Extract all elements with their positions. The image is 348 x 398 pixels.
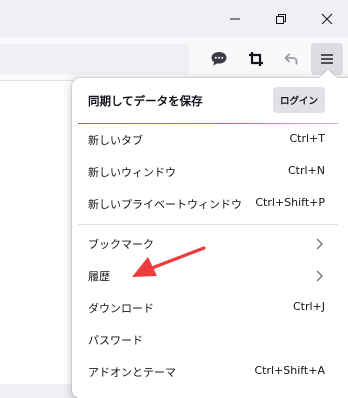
menu-item-label: アドオンとテーマ	[88, 366, 176, 379]
menu-item-history[interactable]: 履歴	[72, 260, 348, 292]
menu-item-downloads[interactable]: ダウンロード Ctrl+J	[72, 292, 348, 324]
menu-item-label: パスワード	[88, 334, 143, 347]
menu-item-shortcut: Ctrl+T	[289, 132, 325, 145]
menu-divider	[78, 224, 338, 225]
menu-item-label: 新しいタブ	[88, 134, 143, 147]
menu-item-label: ダウンロード	[88, 302, 154, 315]
crop-icon	[249, 52, 263, 66]
menu-item-label: 新しいウィンドウ	[88, 166, 176, 179]
menu-item-label: 履歴	[88, 270, 110, 283]
menu-item-shortcut: Ctrl+N	[287, 164, 325, 177]
menu-item-new-private-window[interactable]: 新しいプライベートウィンドウ Ctrl+Shift+P	[72, 188, 348, 220]
sync-row: 同期してデータを保存 ログイン	[72, 84, 348, 118]
close-icon	[321, 13, 333, 25]
menu-item-shortcut: Ctrl+J	[292, 300, 325, 313]
login-button[interactable]: ログイン	[273, 87, 325, 113]
navigation-toolbar	[0, 38, 348, 81]
menu-item-bookmarks[interactable]: ブックマーク	[72, 228, 348, 260]
annotation-arrow-icon	[132, 246, 206, 277]
back-arrow-icon	[284, 53, 298, 65]
chevron-right-icon	[316, 238, 323, 250]
menu-item-addons-themes[interactable]: アドオンとテーマ Ctrl+Shift+A	[72, 356, 348, 388]
speech-bubble-icon	[211, 52, 227, 66]
hamburger-menu-icon	[321, 54, 333, 64]
restore-icon	[276, 14, 286, 24]
menu-item-shortcut: Ctrl+Shift+P	[255, 196, 325, 209]
restore-button[interactable]	[258, 0, 304, 38]
url-bar[interactable]	[0, 44, 190, 74]
minimize-icon	[230, 18, 240, 20]
screenshot-button[interactable]	[240, 43, 272, 75]
minimize-button[interactable]	[212, 0, 258, 38]
sync-label: 同期してデータを保存	[88, 94, 203, 108]
menu-item-label: 新しいプライベートウィンドウ	[88, 198, 242, 211]
app-menu-panel: 同期してデータを保存 ログイン 新しいタブ Ctrl+T 新しいウィンドウ Ct…	[72, 69, 348, 398]
title-bar	[0, 0, 348, 38]
menu-item-passwords[interactable]: パスワード	[72, 324, 348, 356]
close-button[interactable]	[304, 0, 348, 38]
menu-item-new-tab[interactable]: 新しいタブ Ctrl+T	[72, 124, 348, 156]
menu-item-new-window[interactable]: 新しいウィンドウ Ctrl+N	[72, 156, 348, 188]
menu-item-shortcut: Ctrl+Shift+A	[254, 364, 325, 377]
feedback-button[interactable]	[203, 43, 235, 75]
chevron-right-icon	[316, 270, 323, 282]
back-button[interactable]	[275, 43, 307, 75]
